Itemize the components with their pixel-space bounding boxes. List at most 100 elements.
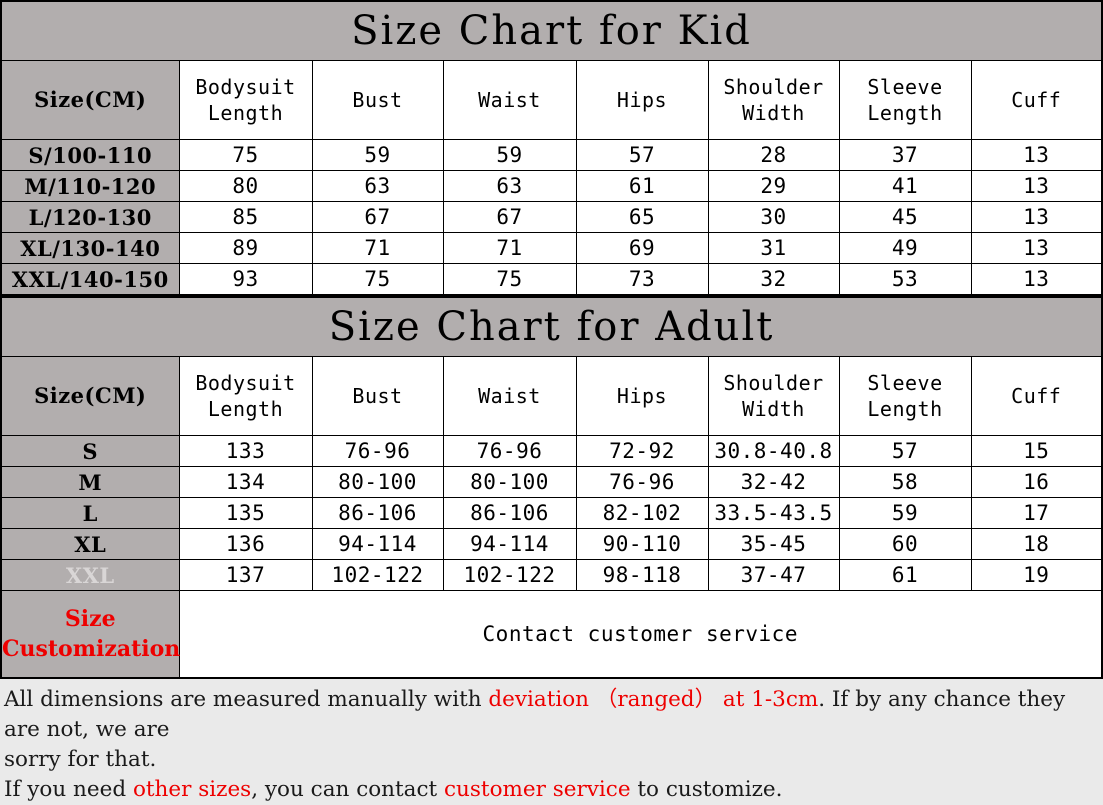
adult-row-size: M	[0, 466, 180, 498]
kid-cell-hips: 61	[575, 170, 709, 202]
adult-cell-shoulder-width: 32-42	[707, 466, 840, 498]
table-row: XXL/140-150 93 75 75 73 32 53 13	[0, 263, 1103, 296]
kid-cell-sleeve-length: 41	[838, 170, 972, 202]
kid-col-header-waist: Waist	[442, 60, 577, 140]
kid-row-size: S/100-110	[0, 139, 180, 171]
adult-col-header-size: Size(CM)	[0, 356, 180, 436]
adult-cell-sleeve-length: 58	[838, 466, 972, 498]
kid-col-header-sleeve-length: Sleeve Length	[838, 60, 972, 140]
adult-cell-sleeve-length: 60	[838, 528, 972, 560]
kid-cell-bust: 75	[311, 263, 444, 296]
adult-cell-bust: 94-114	[311, 528, 444, 560]
other-sizes-link[interactable]: other sizes	[133, 777, 251, 802]
kid-header-row: Size(CM) Bodysuit Length Bust Waist Hips…	[0, 60, 1103, 140]
customize-text-c: to customize.	[630, 777, 783, 802]
kid-cell-cuff: 13	[970, 201, 1103, 233]
adult-cell-shoulder-width: 35-45	[707, 528, 840, 560]
kid-col-header-hips: Hips	[575, 60, 709, 140]
disclaimer-space-1	[589, 687, 596, 712]
adult-cell-hips: 90-110	[575, 528, 709, 560]
adult-cell-sleeve-length: 57	[838, 435, 972, 467]
adult-cell-hips: 72-92	[575, 435, 709, 467]
adult-cell-hips: 76-96	[575, 466, 709, 498]
size-customization-value[interactable]: Contact customer service	[178, 590, 1103, 679]
adult-cell-sleeve-length: 61	[838, 559, 972, 591]
adult-header-row: Size(CM) Bodysuit Length Bust Waist Hips…	[0, 356, 1103, 436]
size-chart-sheet: Size Chart for Kid Size(CM) Bodysuit Len…	[0, 0, 1103, 805]
kid-cell-waist: 67	[442, 201, 577, 233]
adult-cell-hips: 82-102	[575, 497, 709, 529]
table-row: L/120-130 85 67 67 65 30 45 13	[0, 201, 1103, 233]
kid-col-header-cuff: Cuff	[970, 60, 1103, 140]
disclaimer-line-1: All dimensions are measured manually wit…	[4, 685, 1099, 745]
table-row: XXL 137 102-122 102-122 98-118 37-47 61 …	[0, 559, 1103, 591]
disclaimer-tolerance: at 1-3cm	[722, 687, 819, 712]
customize-text-b: , you can contact	[251, 777, 445, 802]
adult-col-header-bodysuit-length: Bodysuit Length	[178, 356, 313, 436]
adult-cell-cuff: 17	[970, 497, 1103, 529]
adult-row-size: S	[0, 435, 180, 467]
size-customization-label: Size Customization	[0, 590, 181, 679]
adult-chart-title: Size Chart for Adult	[1, 297, 1102, 357]
adult-cell-shoulder-width: 33.5-43.5	[707, 497, 840, 529]
adult-cell-bust: 102-122	[311, 559, 444, 591]
size-customization-label-line1: Size	[64, 606, 116, 632]
kid-cell-waist: 63	[442, 170, 577, 202]
kid-cell-waist: 75	[442, 263, 577, 296]
kid-cell-bodysuit-length: 75	[178, 139, 313, 171]
adult-cell-waist: 76-96	[442, 435, 577, 467]
adult-cell-bodysuit-length: 137	[178, 559, 313, 591]
adult-cell-bodysuit-length: 133	[178, 435, 313, 467]
adult-cell-bust: 76-96	[311, 435, 444, 467]
adult-cell-sleeve-length: 59	[838, 497, 972, 529]
adult-col-header-sleeve-length: Sleeve Length	[838, 356, 972, 436]
customize-text-a: If you need	[4, 777, 133, 802]
table-row: S 133 76-96 76-96 72-92 30.8-40.8 57 15	[0, 435, 1103, 467]
disclaimer-space-2	[716, 687, 723, 712]
table-row: S/100-110 75 59 59 57 28 37 13	[0, 139, 1103, 171]
table-row: XL 136 94-114 94-114 90-110 35-45 60 18	[0, 528, 1103, 560]
kid-cell-bodysuit-length: 89	[178, 232, 313, 264]
adult-cell-bodysuit-length: 135	[178, 497, 313, 529]
kid-cell-hips: 65	[575, 201, 709, 233]
kid-cell-bodysuit-length: 93	[178, 263, 313, 296]
kid-cell-waist: 59	[442, 139, 577, 171]
adult-cell-waist: 102-122	[442, 559, 577, 591]
adult-cell-bodysuit-length: 136	[178, 528, 313, 560]
adult-col-header-hips: Hips	[575, 356, 709, 436]
adult-cell-cuff: 19	[970, 559, 1103, 591]
kid-cell-shoulder-width: 30	[707, 201, 840, 233]
size-customization-row: Size Customization Contact customer serv…	[0, 590, 1103, 679]
kid-cell-bodysuit-length: 85	[178, 201, 313, 233]
kid-cell-waist: 71	[442, 232, 577, 264]
customer-service-link[interactable]: customer service	[444, 777, 631, 802]
kid-cell-hips: 57	[575, 139, 709, 171]
adult-cell-bodysuit-length: 134	[178, 466, 313, 498]
kid-cell-bust: 59	[311, 139, 444, 171]
adult-row-size: XXL	[0, 559, 180, 591]
adult-cell-cuff: 18	[970, 528, 1103, 560]
adult-cell-bust: 86-106	[311, 497, 444, 529]
kid-title-row: Size Chart for Kid	[1, 1, 1103, 61]
disclaimer-deviation: deviation	[488, 687, 590, 712]
size-customization-label-line2: Customization	[2, 636, 181, 662]
adult-col-header-cuff: Cuff	[970, 356, 1103, 436]
adult-cell-hips: 98-118	[575, 559, 709, 591]
kid-cell-bust: 71	[311, 232, 444, 264]
kid-chart-title: Size Chart for Kid	[1, 1, 1103, 61]
kid-cell-bust: 67	[311, 201, 444, 233]
kid-col-header-size: Size(CM)	[0, 60, 180, 140]
adult-cell-cuff: 15	[970, 435, 1103, 467]
kid-cell-sleeve-length: 37	[838, 139, 972, 171]
kid-cell-shoulder-width: 28	[707, 139, 840, 171]
kid-col-header-shoulder-width: Shoulder Width	[707, 60, 840, 140]
adult-col-header-waist: Waist	[442, 356, 577, 436]
kid-row-size: XL/130-140	[0, 232, 180, 264]
kid-cell-cuff: 13	[970, 232, 1103, 264]
adult-title-row: Size Chart for Adult	[1, 297, 1102, 357]
kid-cell-sleeve-length: 45	[838, 201, 972, 233]
measurement-disclaimer: All dimensions are measured manually wit…	[0, 679, 1103, 805]
kid-cell-sleeve-length: 49	[838, 232, 972, 264]
adult-col-header-shoulder-width: Shoulder Width	[707, 356, 840, 436]
adult-cell-waist: 80-100	[442, 466, 577, 498]
